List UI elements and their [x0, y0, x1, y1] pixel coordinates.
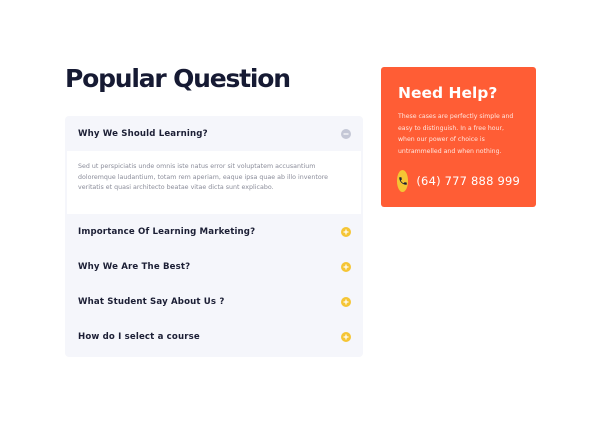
faq-item-why-best: Why We Are The Best?	[65, 249, 363, 284]
faq-question-toggle[interactable]: What Student Say About Us ?	[65, 284, 363, 319]
minus-icon[interactable]	[341, 128, 351, 139]
phone-number[interactable]: (64) 777 888 999	[416, 174, 520, 188]
faq-question-toggle[interactable]: Importance Of Learning Marketing?	[65, 214, 363, 249]
faq-question-text: What Student Say About Us ?	[78, 296, 225, 307]
help-description: These cases are perfectly simple and eas…	[398, 113, 514, 155]
plus-icon[interactable]	[341, 226, 351, 237]
faq-question-toggle[interactable]: Why We Are The Best?	[65, 249, 363, 284]
plus-icon[interactable]	[341, 331, 351, 342]
faq-item-why-learning: Why We Should Learning? Sed ut perspicia…	[65, 116, 363, 214]
plus-icon[interactable]	[341, 261, 351, 272]
faq-item-student-say: What Student Say About Us ?	[65, 284, 363, 319]
faq-question-text: Why We Are The Best?	[78, 261, 191, 272]
faq-answer-text: Sed ut perspiciatis unde omnis iste natu…	[78, 163, 329, 192]
faq-question-toggle[interactable]: How do I select a course	[65, 319, 363, 354]
faq-answer: Sed ut perspiciatis unde omnis iste natu…	[67, 151, 361, 214]
faq-question-text: Why We Should Learning?	[78, 128, 208, 139]
page-title: Popular Question	[65, 64, 291, 93]
phone-icon[interactable]	[397, 170, 409, 193]
faq-item-importance-marketing: Importance Of Learning Marketing?	[65, 214, 363, 249]
faq-question-text: Importance Of Learning Marketing?	[78, 226, 256, 237]
need-help-card: Need Help? These cases are perfectly sim…	[381, 67, 536, 207]
faq-question-text: How do I select a course	[78, 331, 200, 342]
faq-question-toggle[interactable]: Why We Should Learning?	[65, 116, 363, 151]
plus-icon[interactable]	[341, 296, 351, 307]
faq-accordion: Why We Should Learning? Sed ut perspicia…	[65, 116, 363, 357]
help-title: Need Help?	[398, 84, 498, 102]
help-phone-row[interactable]: (64) 777 888 999	[397, 170, 520, 193]
faq-item-select-course: How do I select a course	[65, 319, 363, 354]
